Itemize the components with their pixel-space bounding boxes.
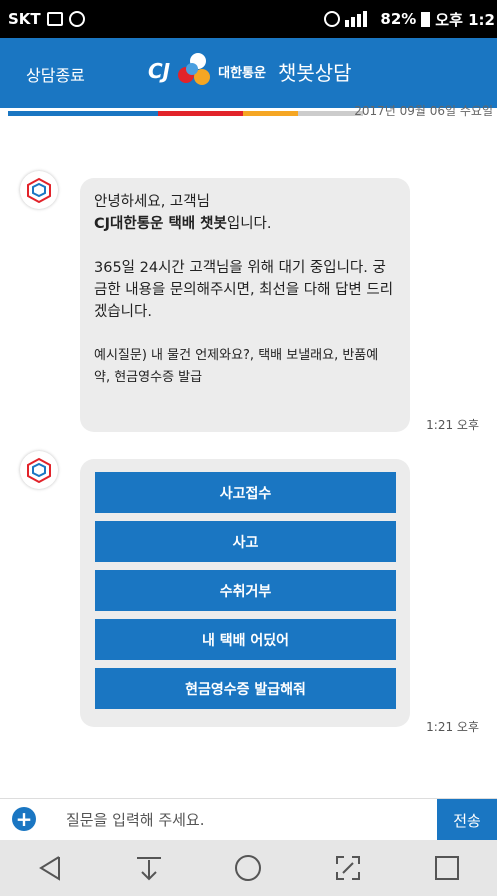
- message-time: 1:21 오후: [426, 418, 479, 432]
- message-paragraph: 365일 24시간 고객님을 위해 대기 중입니다. 궁금한 내용을 문의해주시…: [94, 260, 394, 320]
- cj-logo-mark-icon: [176, 53, 212, 89]
- carrier-label: SKT: [8, 10, 41, 28]
- chat-input-bar: + 질문을 입력해 주세요. 전송: [0, 798, 497, 841]
- quick-reply-cash-receipt[interactable]: 현금영수증 발급해줘: [95, 668, 396, 709]
- message-input[interactable]: 질문을 입력해 주세요.: [66, 809, 205, 830]
- back-icon[interactable]: [30, 848, 70, 888]
- message-example: 예시질문) 내 물건 언제와요?, 택배 보낼래요, 반품예약, 현금영수증 발…: [94, 348, 379, 385]
- bot-cube-icon: [27, 177, 51, 203]
- bot-avatar: [20, 171, 58, 209]
- page-title: 챗봇상담: [277, 60, 352, 85]
- app-header: 상담종료 CJ 대한통운 챗봇상담: [0, 38, 497, 108]
- send-button[interactable]: 전송: [437, 799, 497, 841]
- message-greeting: 안녕하세요, 고객님: [94, 194, 210, 210]
- header-divider: [8, 111, 363, 116]
- chat-date: 2017년 09월 06일 수요일: [354, 104, 493, 118]
- home-icon[interactable]: [228, 848, 268, 888]
- logo-cj-text: CJ: [148, 59, 171, 83]
- system-nav-bar: [0, 840, 497, 896]
- message-intro-rest: 입니다.: [226, 216, 272, 232]
- quick-reply-accident[interactable]: 사고: [95, 521, 396, 562]
- status-bar: SKT 82% 오후 1:2: [0, 0, 497, 38]
- screen-expand-icon[interactable]: [328, 848, 368, 888]
- signal-icon: [345, 11, 368, 27]
- gallery-icon: [46, 12, 63, 26]
- message-intro: CJ대한통운 택배 챗봇입니다.: [94, 213, 394, 235]
- recent-apps-icon[interactable]: [427, 848, 467, 888]
- bot-avatar: [20, 451, 58, 489]
- bot-cube-icon: [27, 457, 51, 483]
- battery-percent: 82%: [380, 10, 417, 28]
- message-time: 1:21 오후: [426, 720, 479, 734]
- cj-logo: CJ 대한통운 챗봇상담: [148, 53, 352, 89]
- logo-corp-name: 대한통운: [218, 65, 266, 81]
- status-time: 오후 1:2: [435, 10, 495, 29]
- bot-message-text: 안녕하세요, 고객님 CJ대한통운 택배 챗봇입니다. 365일 24시간 고객…: [94, 191, 394, 389]
- message-intro-bold: CJ대한통운 택배 챗봇: [94, 216, 227, 232]
- plus-icon[interactable]: +: [12, 807, 36, 831]
- quick-reply-accident-report[interactable]: 사고접수: [95, 472, 396, 513]
- quick-reply-refuse-receipt[interactable]: 수취거부: [95, 570, 396, 611]
- end-chat-button[interactable]: 상담종료: [26, 62, 85, 86]
- download-icon[interactable]: [129, 848, 169, 888]
- alarm-icon: [324, 11, 341, 27]
- sync-icon: [68, 11, 85, 27]
- quick-reply-where-parcel[interactable]: 내 택배 어딨어: [95, 619, 396, 660]
- battery-icon: [421, 11, 431, 27]
